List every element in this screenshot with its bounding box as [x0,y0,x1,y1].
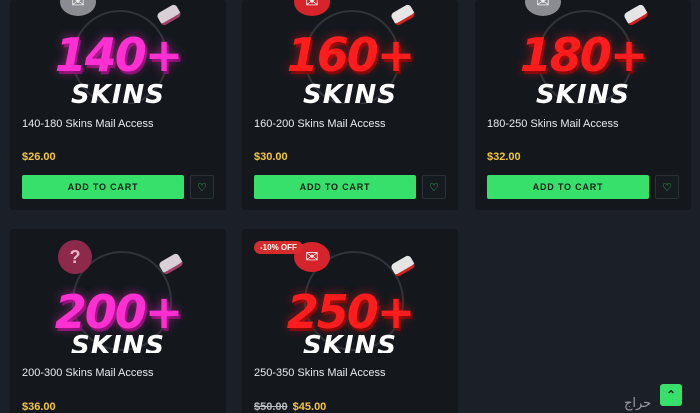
product-price: $32.00 [487,151,521,163]
product-image[interactable]: ✉ 140+ SKINS [10,0,226,104]
chip-decoration [155,3,183,27]
chip-decoration [622,3,650,27]
product-card: ✉ 250+ SKINS -10% OFF 250-350 Skins Mail… [242,229,458,413]
product-title[interactable]: 200-300 Skins Mail Access [22,367,153,379]
question-icon: ? [58,240,92,274]
watermark: حراج [624,396,652,411]
chip-decoration [389,3,417,27]
heart-icon[interactable]: ♡ [655,175,679,199]
product-price: $50.00 $45.00 [254,401,326,413]
product-image[interactable]: ✉ 250+ SKINS -10% OFF [242,229,458,353]
envelope-icon: ✉ [60,0,96,16]
product-title[interactable]: 180-250 Skins Mail Access [487,118,618,130]
product-word: SKINS [535,80,631,104]
product-word: SKINS [70,80,166,104]
product-image[interactable]: ✉ 180+ SKINS [475,0,691,104]
product-price: $26.00 [22,151,56,163]
product-card: ? 200+ SKINS 200-300 Skins Mail Access $… [10,229,226,413]
envelope-icon: ✉ [294,0,330,16]
product-card: ✉ 160+ SKINS 160-200 Skins Mail Access $… [242,0,458,210]
product-word: SKINS [70,331,166,353]
product-title[interactable]: 160-200 Skins Mail Access [254,118,385,130]
sale-price: $45.00 [292,401,327,413]
product-title[interactable]: 250-350 Skins Mail Access [254,367,385,379]
add-to-cart-button[interactable]: ADD TO CART [254,175,416,199]
add-to-cart-button[interactable]: ADD TO CART [22,175,184,199]
product-number: 140+ [54,28,184,82]
envelope-icon: ✉ [525,0,561,16]
add-to-cart-button[interactable]: ADD TO CART [487,175,649,199]
discount-badge: -10% OFF [254,241,303,254]
heart-icon[interactable]: ♡ [190,175,214,199]
chevron-up-icon[interactable]: ⌃ [660,384,682,406]
product-title[interactable]: 140-180 Skins Mail Access [22,118,153,130]
product-number: 180+ [519,28,649,82]
heart-icon[interactable]: ♡ [422,175,446,199]
product-image[interactable]: ✉ 160+ SKINS [242,0,458,104]
product-number: 160+ [286,28,416,82]
product-price: $36.00 [22,401,56,413]
product-word: SKINS [302,331,398,353]
product-price: $30.00 [254,151,288,163]
old-price: $50.00 [254,401,288,413]
product-image[interactable]: ? 200+ SKINS [10,229,226,353]
product-card: ✉ 140+ SKINS 140-180 Skins Mail Access $… [10,0,226,210]
product-card: ✉ 180+ SKINS 180-250 Skins Mail Access $… [475,0,691,210]
product-word: SKINS [302,80,398,104]
